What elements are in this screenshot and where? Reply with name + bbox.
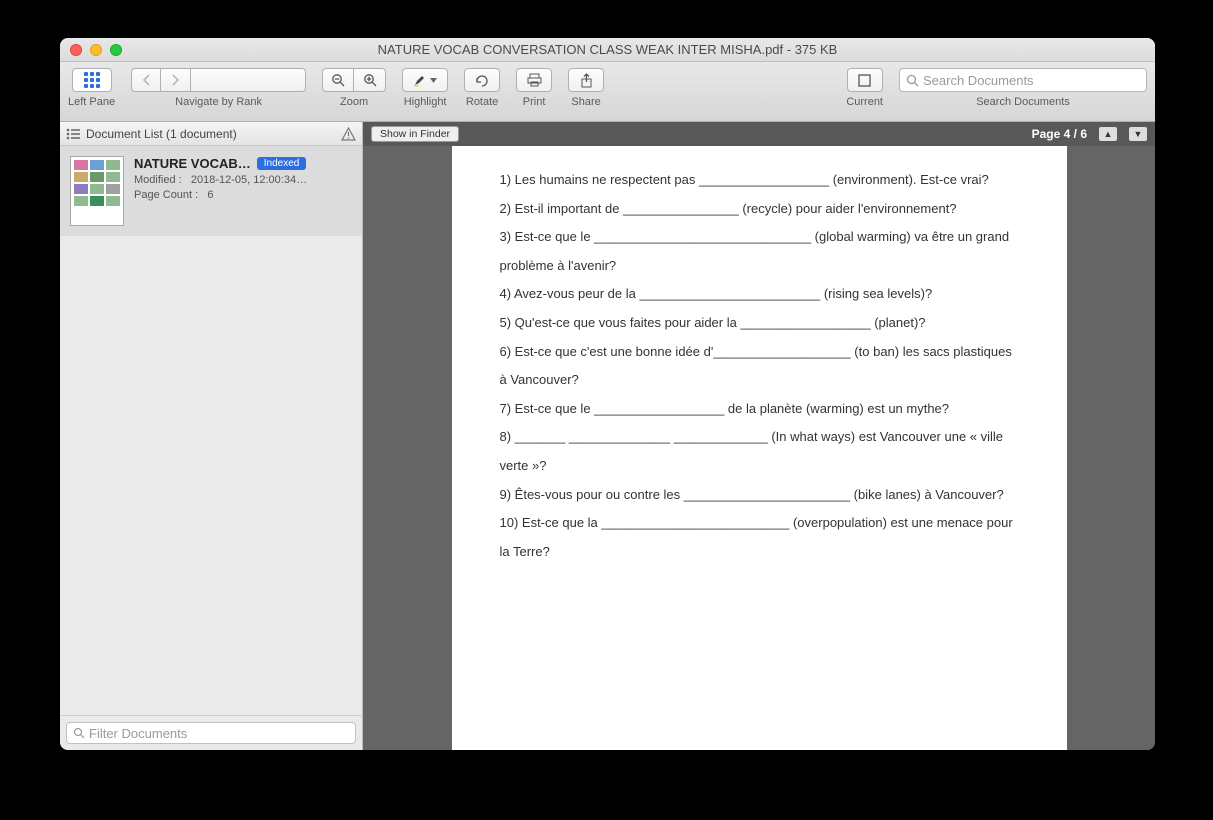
close-button[interactable] (70, 44, 82, 56)
zoom-out-button[interactable] (322, 68, 354, 92)
search-placeholder: Search Documents (923, 73, 1034, 88)
navigate-label: Navigate by Rank (175, 96, 262, 108)
minimize-button[interactable] (90, 44, 102, 56)
modified-value: 2018-12-05, 12:00:34… (191, 174, 307, 186)
main-header: Show in Finder Page 4 / 6 ▲ ▼ (363, 122, 1155, 146)
search-icon (73, 727, 85, 739)
document-line: 3) Est-ce que le _______________________… (500, 223, 1019, 280)
filter-input[interactable]: Filter Documents (66, 722, 356, 744)
document-line: 2) Est-il important de ________________ … (500, 195, 1019, 224)
nav-back-button[interactable] (131, 68, 161, 92)
pagecount-value: 6 (207, 189, 213, 201)
highlight-label: Highlight (404, 96, 447, 108)
toolbar: Left Pane Navigate by Rank (60, 62, 1155, 122)
document-line: 9) Êtes-vous pour ou contre les ________… (500, 481, 1019, 510)
titlebar[interactable]: NATURE VOCAB CONVERSATION CLASS WEAK INT… (60, 38, 1155, 62)
document-line: 8) _______ ______________ _____________ … (500, 423, 1019, 480)
print-button[interactable] (516, 68, 552, 92)
search-label: Search Documents (976, 96, 1070, 108)
rotate-label: Rotate (466, 96, 498, 108)
document-line: 4) Avez-vous peur de la ________________… (500, 280, 1019, 309)
nav-forward-button[interactable] (161, 68, 191, 92)
indexed-badge: Indexed (257, 157, 307, 170)
grid-icon (84, 72, 100, 88)
document-line: 10) Est-ce que la ______________________… (500, 509, 1019, 566)
sidebar-header-text: Document List (1 document) (86, 127, 237, 141)
show-in-finder-button[interactable]: Show in Finder (371, 126, 459, 142)
page-indicator: Page 4 / 6 (1032, 127, 1087, 141)
share-label: Share (571, 96, 600, 108)
page-up-button[interactable]: ▲ (1099, 127, 1117, 141)
modified-label: Modified : (134, 174, 182, 186)
zoom-label: Zoom (340, 96, 368, 108)
document-item[interactable]: NATURE VOCAB… Indexed Modified : 2018-12… (60, 146, 362, 236)
pagecount-label: Page Count : (134, 189, 198, 201)
search-input[interactable]: Search Documents (899, 68, 1147, 92)
zoom-in-button[interactable] (354, 68, 386, 92)
document-line: 1) Les humains ne respectent pas _______… (500, 166, 1019, 195)
app-window: NATURE VOCAB CONVERSATION CLASS WEAK INT… (60, 38, 1155, 750)
left-pane-label: Left Pane (68, 96, 115, 108)
page-viewport[interactable]: 1) Les humains ne respectent pas _______… (363, 146, 1155, 750)
sidebar-header: Document List (1 document) (60, 122, 362, 146)
share-button[interactable] (568, 68, 604, 92)
zoom-button[interactable] (110, 44, 122, 56)
document-line: 5) Qu'est-ce que vous faites pour aider … (500, 309, 1019, 338)
page-down-button[interactable]: ▼ (1129, 127, 1147, 141)
search-icon (906, 74, 919, 87)
filter-placeholder: Filter Documents (89, 726, 187, 741)
document-title: NATURE VOCAB… (134, 156, 251, 171)
print-label: Print (523, 96, 546, 108)
sidebar: Document List (1 document) NATURE VOCAB…… (60, 122, 363, 750)
left-pane-toggle[interactable] (72, 68, 112, 92)
document-thumbnail (70, 156, 124, 226)
current-button[interactable] (847, 68, 883, 92)
warning-icon[interactable] (341, 126, 356, 141)
rotate-button[interactable] (464, 68, 500, 92)
window-title: NATURE VOCAB CONVERSATION CLASS WEAK INT… (60, 42, 1155, 57)
current-label: Current (846, 96, 883, 108)
main-area: Show in Finder Page 4 / 6 ▲ ▼ 1) Les hum… (363, 122, 1155, 750)
document-line: 7) Est-ce que le __________________ de l… (500, 395, 1019, 424)
document-line: 6) Est-ce que c'est une bonne idée d'___… (500, 338, 1019, 395)
pdf-page: 1) Les humains ne respectent pas _______… (452, 146, 1067, 750)
rank-field[interactable] (191, 68, 306, 92)
highlight-button[interactable] (402, 68, 448, 92)
list-icon (66, 128, 80, 140)
